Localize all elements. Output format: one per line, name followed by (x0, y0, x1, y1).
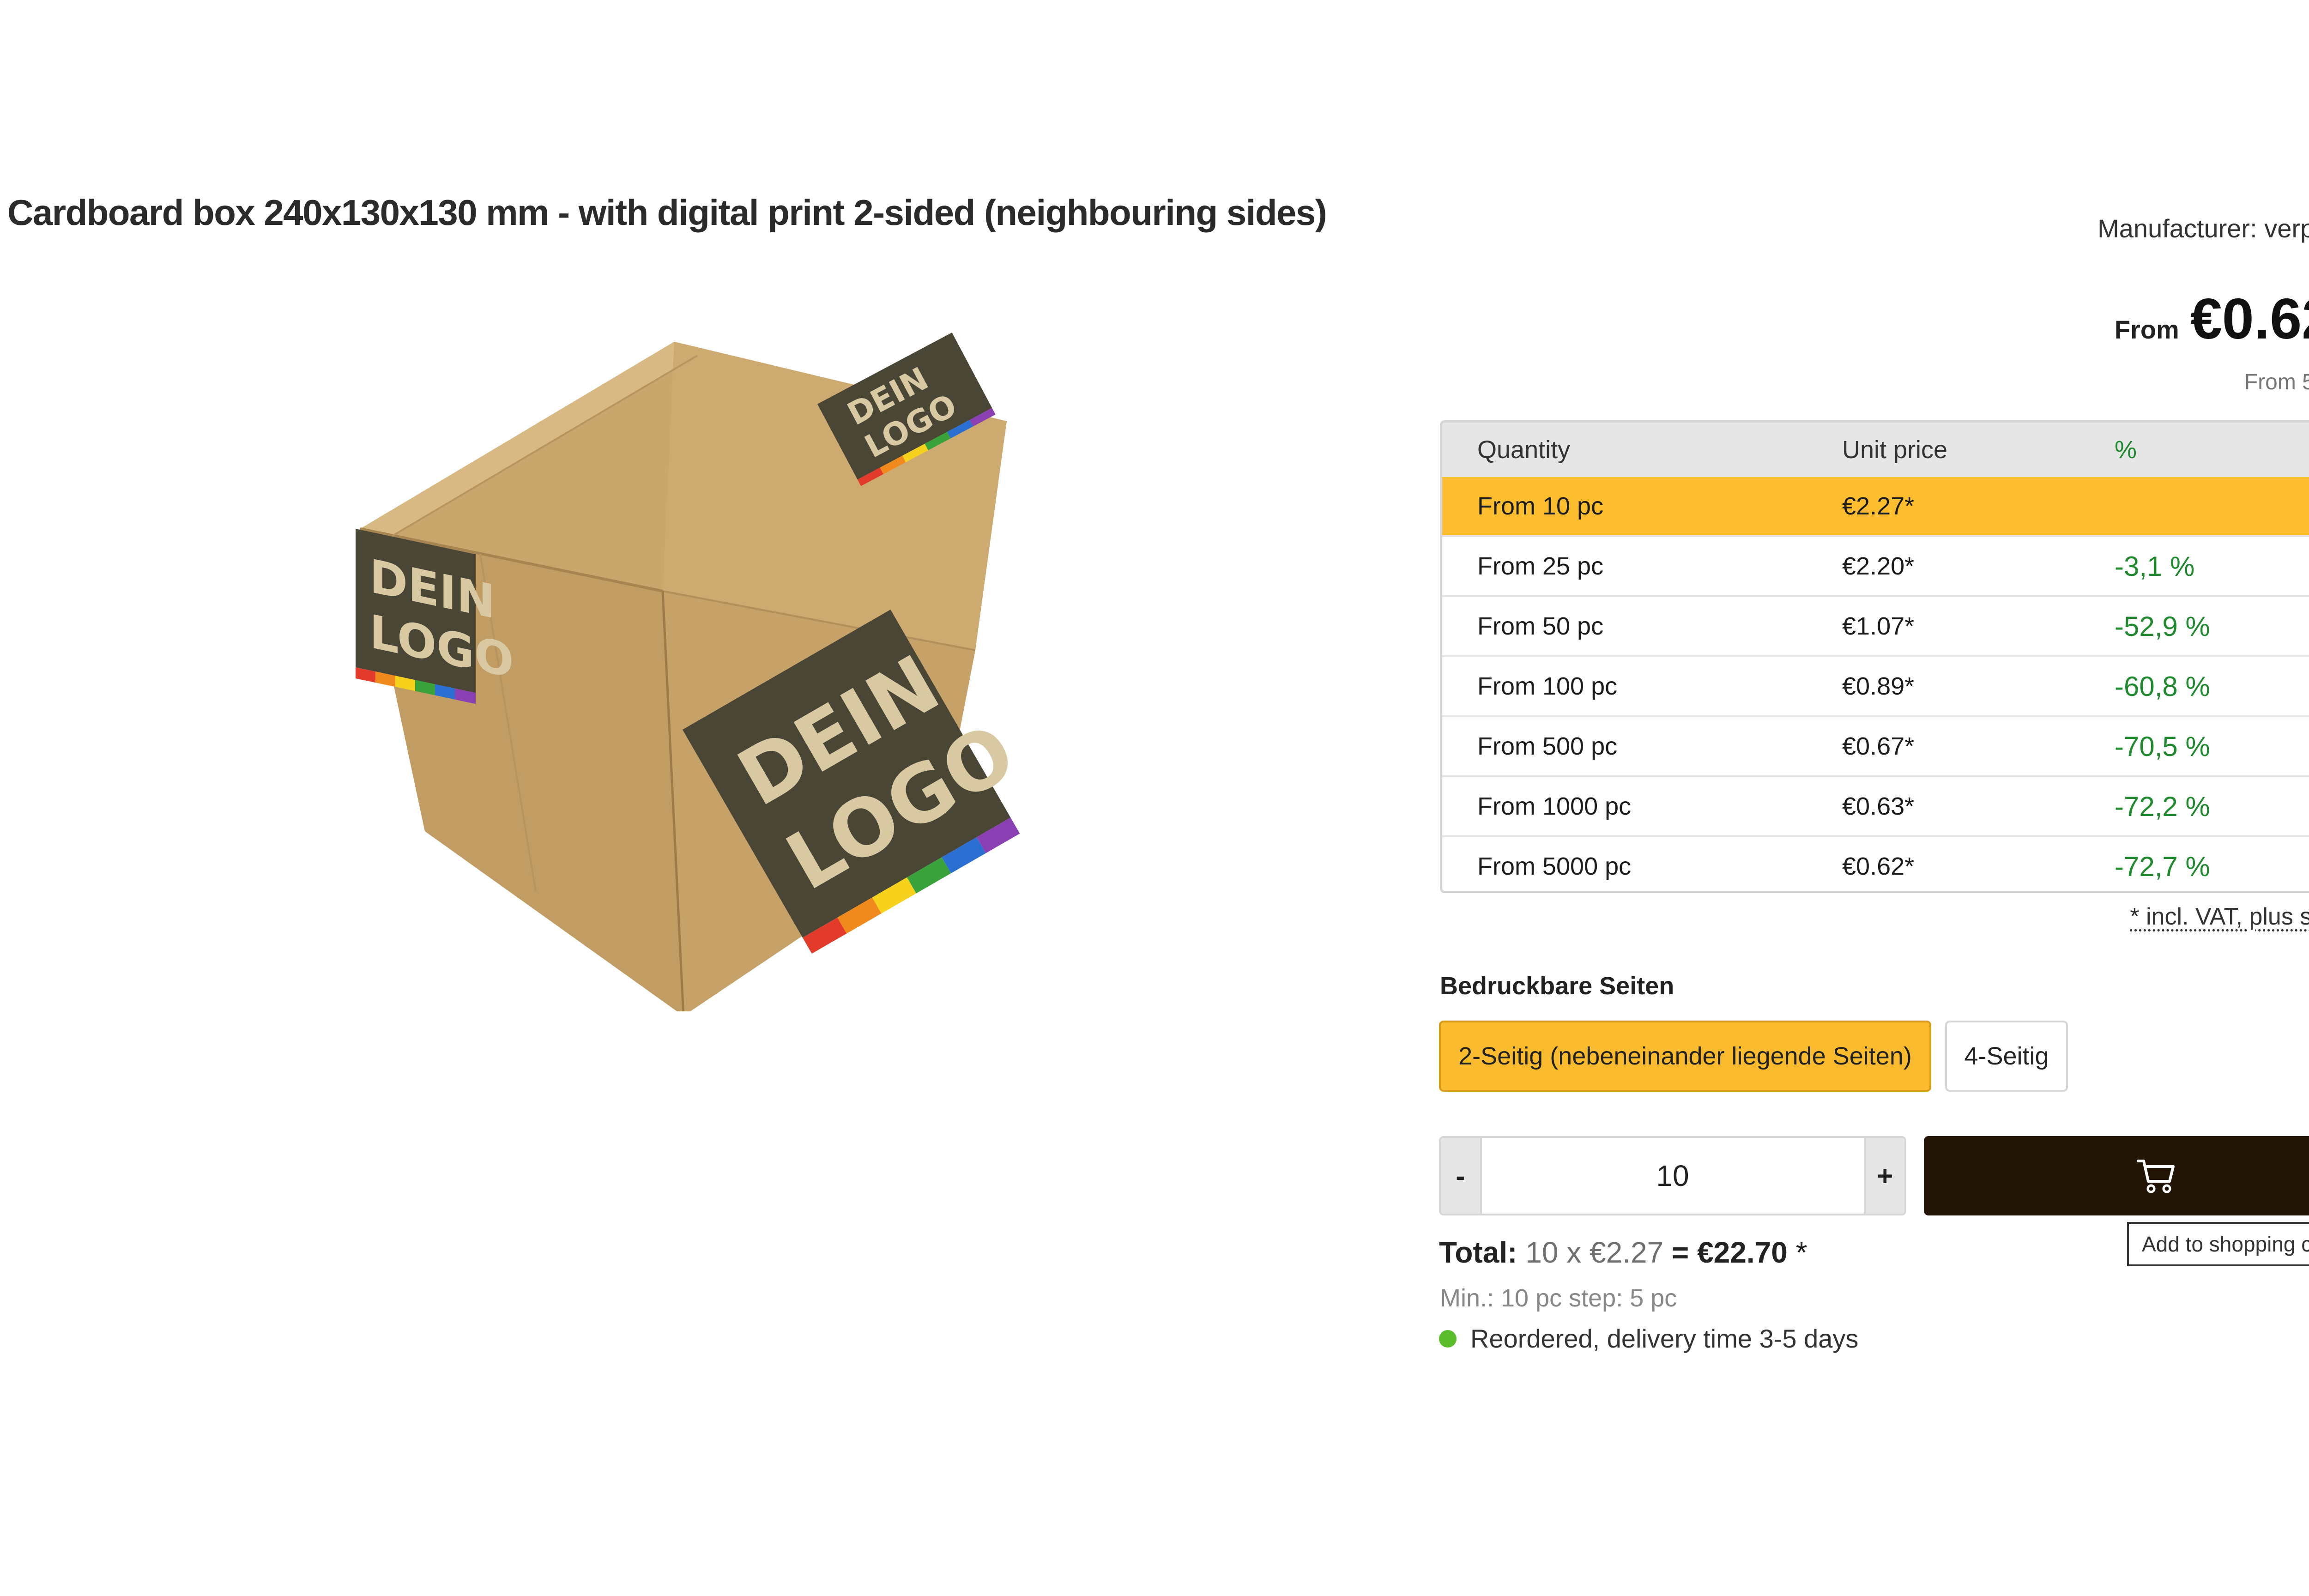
tier-unit-price: €2.20* (1842, 535, 2115, 596)
tier-discount: -70,5 % (2115, 715, 2309, 776)
tier-quantity: From 1000 pc (1442, 775, 1842, 836)
header-quantity: Quantity (1442, 423, 1842, 477)
min-quantity-step: Min.: 10 pc step: 5 pc (1440, 1284, 1677, 1312)
header-discount-percent: % (2115, 423, 2309, 477)
tier-quantity: From 25 pc (1442, 535, 1842, 596)
price-tier-table: Quantity Unit price % From 10 pc €2.27* Fr… (1440, 420, 2309, 893)
total-star: * (1795, 1236, 1807, 1269)
tier-unit-price: €2.27* (1842, 477, 2115, 536)
tier-discount: -60,8 % (2115, 655, 2309, 716)
option-4-sided[interactable]: 4-Seitig (1945, 1021, 2068, 1092)
tier-discount: -52,9 % (2115, 595, 2309, 656)
tier-discount: -72,7 % (2115, 835, 2309, 891)
tier-unit-price: €0.63* (1842, 775, 2115, 836)
total-sum: €22.70 (1697, 1236, 1788, 1269)
price-tier-row[interactable]: From 100 pc €0.89* -60,8 % (1442, 655, 2309, 716)
price-from-label: From (2114, 315, 2179, 344)
tier-discount: -3,1 % (2115, 535, 2309, 596)
quantity-input[interactable] (1480, 1138, 1866, 1214)
total-equals: = (1671, 1236, 1689, 1269)
add-to-cart-tooltip: Add to shopping cart (2127, 1222, 2309, 1266)
tier-discount: -72,2 % (2115, 775, 2309, 836)
header-unit-price: Unit price (1842, 423, 2115, 477)
tier-quantity: From 100 pc (1442, 655, 1842, 716)
tier-quantity: From 50 pc (1442, 595, 1842, 656)
tier-quantity: From 500 pc (1442, 715, 1842, 776)
tier-unit-price: €0.62* (1842, 835, 2115, 891)
price-tier-row[interactable]: From 500 pc €0.67* -70,5 % (1442, 715, 2309, 776)
tier-quantity: From 10 pc (1442, 477, 1842, 536)
price-tier-row[interactable]: From 50 pc €1.07* -52,9 % (1442, 595, 2309, 656)
cardboard-box-illustration: DEIN LOGO DEIN LOGO DEIN LOGO (356, 332, 1030, 1016)
printable-sides-label: Bedruckbare Seiten (1440, 972, 1674, 1000)
tier-unit-price: €0.67* (1842, 715, 2115, 776)
manufacturer-label: Manufacturer: verpacking (2097, 214, 2309, 243)
tier-unit-price: €0.89* (1842, 655, 2115, 716)
add-to-cart-button[interactable] (1924, 1136, 2309, 1215)
delivery-text: Reordered, delivery time 3-5 days (1470, 1324, 1859, 1353)
delivery-status: Reordered, delivery time 3-5 days (1439, 1324, 1858, 1354)
price-tier-row[interactable]: From 10 pc €2.27* (1442, 477, 2309, 536)
total-calculation: 10 x €2.27 (1525, 1236, 1664, 1269)
price-summary: From €0.62* pc (2115, 286, 2309, 352)
tier-quantity: From 5000 pc (1442, 835, 1842, 891)
price-value: €0.62* (2190, 287, 2309, 351)
increase-quantity-button[interactable]: + (1865, 1138, 1904, 1214)
product-image: DEIN LOGO DEIN LOGO DEIN LOGO (342, 323, 1030, 1016)
tier-discount (2115, 477, 2309, 536)
price-tier-row[interactable]: From 25 pc €2.20* -3,1 % (1442, 535, 2309, 596)
tier-unit-price: €1.07* (1842, 595, 2115, 656)
total-label: Total: (1439, 1236, 1517, 1269)
product-title: Cardboard box 240x130x130 mm - with digi… (7, 192, 1327, 233)
price-tier-row[interactable]: From 5000 pc €0.62* -72,7 % (1442, 835, 2309, 891)
shopping-cart-icon (2137, 1160, 2175, 1193)
option-2-sided[interactable]: 2-Seitig (nebeneinander liegende Seiten) (1439, 1021, 1931, 1092)
price-min-quantity: From 5000 pc (2244, 370, 2309, 394)
vat-shipping-link[interactable]: * incl. VAT, plus shipping (2130, 903, 2309, 931)
price-tier-header: Quantity Unit price % (1442, 423, 2309, 477)
decrease-quantity-button[interactable]: - (1441, 1138, 1480, 1214)
availability-dot-icon (1439, 1330, 1457, 1348)
price-tier-row[interactable]: From 1000 pc €0.63* -72,2 % (1442, 775, 2309, 836)
order-total: Total: 10 x €2.27 = €22.70 * (1439, 1235, 1807, 1270)
quantity-stepper: - + (1439, 1136, 1906, 1215)
